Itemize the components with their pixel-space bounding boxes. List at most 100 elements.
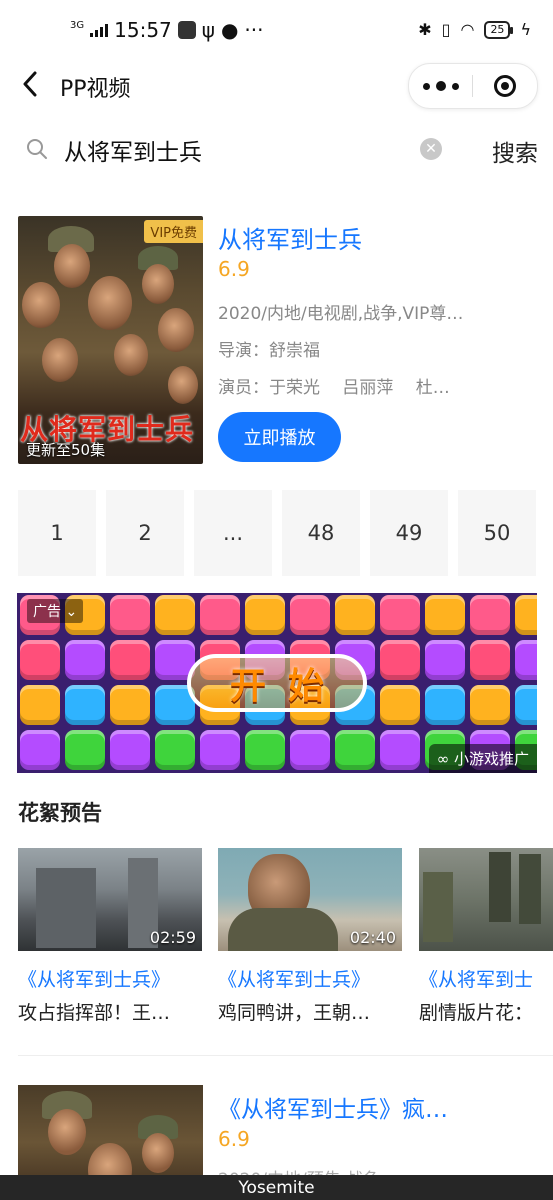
episode-button[interactable]: 1 [18, 490, 96, 576]
app-notification-icon [177, 21, 196, 39]
featured-director: 导演：舒崇福 [218, 341, 320, 361]
featured-poster[interactable]: VIP免费 从将军到士兵 更新至50集 [18, 216, 203, 464]
play-now-button[interactable]: 立即播放 [218, 412, 341, 462]
ad-banner[interactable]: 广告 ⌄ 开始 ∞ 小游戏推广 [17, 593, 537, 773]
clip-card[interactable]: 02:59 《从将军到士兵》 攻占指挥部！王… [18, 848, 202, 1025]
bottom-bar: Yosemite [0, 1175, 553, 1200]
ad-start-button[interactable]: 开始 [187, 654, 367, 712]
episode-button[interactable]: 2 [106, 490, 184, 576]
episode-list: 1 2 ... 48 49 50 [18, 490, 538, 576]
game-tile [110, 730, 150, 770]
usb-icon: ψ [201, 18, 215, 42]
game-tile [20, 730, 60, 770]
wifi-icon: ◠ [460, 20, 475, 39]
section-title: 花絮预告 [18, 801, 102, 825]
featured-title[interactable]: 从将军到士兵 [218, 220, 362, 255]
clip-thumbnail[interactable]: 02:59 [18, 848, 202, 951]
more-notifications-icon: ··· [244, 18, 264, 42]
featured-info: 2020/内地/电视剧,战争,VIP尊… [218, 304, 464, 324]
game-tile [515, 685, 537, 725]
game-tile [470, 595, 510, 635]
clip-list: 02:59 《从将军到士兵》 攻占指挥部！王… 02:40 《从将军到士兵》 鸡… [18, 848, 553, 1028]
game-tile [380, 685, 420, 725]
charging-icon: ϟ [520, 20, 531, 39]
game-tile [380, 595, 420, 635]
episode-button[interactable]: 48 [282, 490, 360, 576]
game-tile [200, 730, 240, 770]
game-tile [155, 595, 195, 635]
game-tile [245, 595, 285, 635]
game-tile [335, 595, 375, 635]
search-button[interactable]: 搜索 [492, 134, 538, 168]
game-tile [65, 640, 105, 680]
status-right: ✱ ▯ ◠ 25 ϟ [418, 20, 531, 39]
result-score: 6.9 [218, 1127, 250, 1151]
game-tile [20, 685, 60, 725]
episode-more-button[interactable]: ... [194, 490, 272, 576]
vip-badge: VIP免费 [144, 220, 203, 243]
clip-thumbnail[interactable]: 02:40 [218, 848, 402, 951]
game-tile [425, 595, 465, 635]
episode-button[interactable]: 49 [370, 490, 448, 576]
status-time: 15:57 [114, 18, 172, 42]
poster-update-text: 更新至50集 [26, 441, 106, 459]
back-button[interactable] [14, 66, 46, 102]
clip-card[interactable]: 《从将军到士 剧情版片花： [419, 848, 553, 1025]
game-tile [425, 685, 465, 725]
game-tile [380, 730, 420, 770]
chat-bubble-icon: ● [220, 18, 239, 42]
battery-icon: 25 [484, 20, 514, 39]
episode-button[interactable]: 50 [458, 490, 536, 576]
game-tile [245, 730, 285, 770]
mini-program-capsule [408, 63, 538, 109]
clip-duration: 02:40 [349, 928, 396, 947]
chevron-down-icon: ⌄ [65, 604, 78, 620]
game-tile [20, 640, 60, 680]
link-icon: ∞ [436, 750, 450, 768]
clip-title[interactable]: 《从将军到士兵》 [18, 965, 202, 992]
game-tile [65, 685, 105, 725]
featured-score: 6.9 [218, 257, 250, 281]
status-left: 3G 15:57 ψ ● ··· [70, 18, 264, 42]
game-tile [470, 685, 510, 725]
clip-subtitle[interactable]: 剧情版片花： [419, 998, 553, 1025]
clip-title[interactable]: 《从将军到士兵》 [218, 965, 402, 992]
clip-subtitle[interactable]: 鸡同鸭讲，王朝… [218, 998, 402, 1025]
game-tile [155, 730, 195, 770]
game-tile [425, 640, 465, 680]
status-bar: 3G 15:57 ψ ● ··· ✱ ▯ ◠ 25 ϟ [0, 0, 553, 58]
ad-tag[interactable]: 广告 ⌄ [27, 599, 84, 623]
game-tile [470, 640, 510, 680]
search-bar: ✕ 搜索 [18, 122, 538, 178]
result-title[interactable]: 《从将军到士兵》疯… [218, 1090, 448, 1124]
game-tile [65, 730, 105, 770]
bluetooth-icon: ✱ [418, 20, 432, 39]
nav-bar: PP视频 [0, 58, 553, 110]
target-icon [493, 75, 516, 97]
game-tile [515, 595, 537, 635]
mini-game-promo-label: ∞ 小游戏推广 [428, 744, 537, 773]
close-mini-program-button[interactable] [473, 64, 536, 108]
clear-search-icon[interactable]: ✕ [420, 138, 442, 160]
search-icon [27, 139, 47, 159]
featured-result[interactable]: VIP免费 从将军到士兵 更新至50集 从将军到士兵 6.9 2020/内地/电… [18, 216, 538, 466]
game-tile [110, 685, 150, 725]
chevron-left-icon [23, 71, 37, 97]
clip-subtitle[interactable]: 攻占指挥部！王… [18, 998, 202, 1025]
divider [18, 1055, 553, 1056]
game-tile [200, 595, 240, 635]
network-type: 3G [70, 20, 85, 31]
search-input[interactable] [64, 130, 414, 170]
game-tile [335, 730, 375, 770]
game-tile [515, 640, 537, 680]
game-tile [290, 730, 330, 770]
clip-title[interactable]: 《从将军到士 [419, 965, 553, 992]
clip-thumbnail[interactable] [419, 848, 553, 951]
more-options-button[interactable] [409, 64, 472, 108]
vibrate-icon: ▯ [441, 20, 451, 39]
game-tile [290, 595, 330, 635]
clip-card[interactable]: 02:40 《从将军到士兵》 鸡同鸭讲，王朝… [218, 848, 402, 1025]
game-tile [110, 595, 150, 635]
page-title: PP视频 [60, 77, 131, 102]
featured-actors: 演员：于荣光 吕丽萍 杜… [218, 378, 450, 398]
